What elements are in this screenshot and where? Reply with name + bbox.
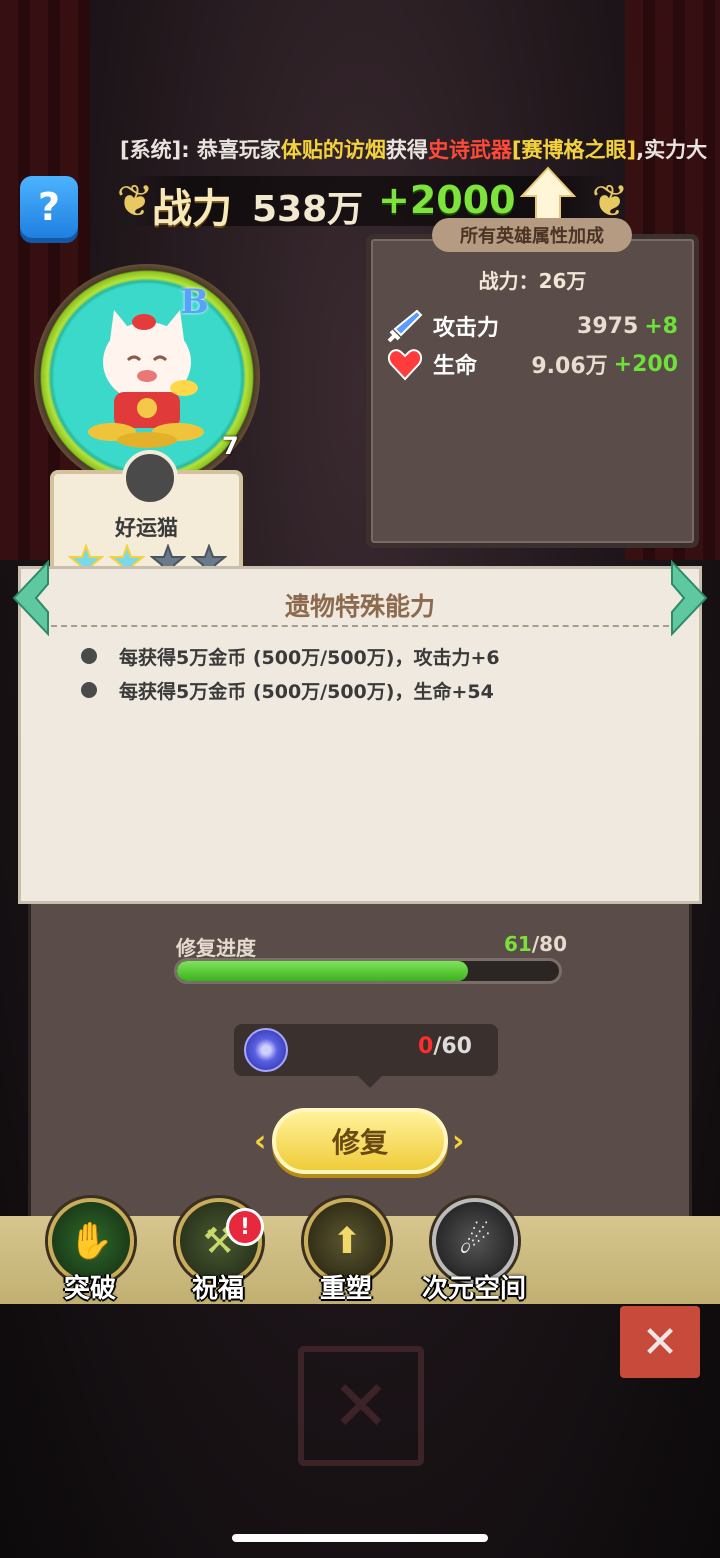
next-arrow-icon[interactable] bbox=[670, 560, 710, 636]
marquee-prefix: [系统]: 恭喜玩家 bbox=[120, 138, 281, 162]
marquee-item-name: [赛博格之眼] bbox=[511, 138, 637, 162]
marquee-suffix: ,实力大 bbox=[636, 138, 708, 162]
system-marquee: [系统]: 恭喜玩家体贴的访烟获得史诗武器[赛博格之眼],实力大 bbox=[120, 134, 707, 164]
heart-icon bbox=[387, 349, 423, 381]
repair-total: /80 bbox=[531, 932, 567, 956]
hero-level: 7 bbox=[222, 432, 239, 460]
empty-x-icon: ✕ bbox=[331, 1365, 391, 1447]
ability-item-text: 每获得5万金币 (500万/500万)，生命+54 bbox=[119, 680, 494, 703]
nav-label: 祝福 bbox=[191, 1274, 244, 1304]
game-screen: [系统]: 恭喜玩家体贴的访烟获得史诗武器[赛博格之眼],实力大 ? ❦ ❦ 战… bbox=[0, 0, 720, 1558]
nav-label: 重塑 bbox=[319, 1274, 372, 1304]
repair-button[interactable]: 修复 bbox=[272, 1108, 448, 1174]
material-orb-icon bbox=[244, 1028, 288, 1072]
name-card-cap bbox=[122, 450, 178, 506]
ability-title: 遗物特殊能力 bbox=[284, 592, 435, 621]
repair-progress-count: 61/80 bbox=[504, 932, 567, 956]
stat-name-life: 生命 bbox=[433, 354, 478, 379]
power-label: 战力 bbox=[152, 186, 232, 232]
stat-panel-tab: 所有英雄属性加成 bbox=[432, 218, 632, 252]
chevron-right-icon: › bbox=[452, 1124, 465, 1159]
stat-row-life: 生命 9.06万 +200 bbox=[387, 347, 678, 381]
empty-slot: ✕ bbox=[298, 1346, 424, 1466]
prev-arrow-icon[interactable] bbox=[10, 560, 50, 636]
material-count: 0/60 bbox=[418, 1034, 472, 1059]
stat-value-life: 9.06万 bbox=[531, 354, 608, 379]
nav-label: 突破 bbox=[63, 1274, 116, 1304]
bullet-icon bbox=[81, 682, 97, 698]
alert-badge-icon: ! bbox=[226, 1208, 264, 1246]
nav-dimension[interactable]: ☄ 次元空间 bbox=[422, 1198, 526, 1308]
ability-item: 每获得5万金币 (500万/500万)，攻击力+6 bbox=[81, 641, 500, 671]
hero-name: 好运猫 bbox=[115, 516, 178, 540]
ability-divider bbox=[41, 625, 679, 627]
home-indicator[interactable] bbox=[232, 1534, 488, 1542]
question-icon: ? bbox=[37, 185, 61, 229]
marquee-mid: 获得 bbox=[385, 138, 428, 162]
lucky-cat-icon bbox=[88, 310, 204, 448]
hero-grade-badge: B bbox=[180, 282, 209, 322]
stat-value-attack: 3975 bbox=[577, 313, 639, 339]
ability-item-text: 每获得5万金币 (500万/500万)，攻击力+6 bbox=[119, 646, 500, 669]
power-value: 538万 bbox=[252, 189, 364, 230]
power-gain: +2000 bbox=[378, 178, 516, 222]
nav-reshape[interactable]: ⬆ 重塑 bbox=[296, 1198, 396, 1308]
help-button[interactable]: ? bbox=[20, 176, 78, 238]
stat-name-attack: 攻击力 bbox=[433, 316, 500, 341]
stat-panel: 战力：26万 攻击力 3975 +8 生命 9.06万 +200 bbox=[366, 234, 699, 548]
marquee-player: 体贴的访烟 bbox=[280, 138, 386, 162]
material-current: 0 bbox=[418, 1034, 434, 1059]
material-box: 0/60 bbox=[234, 1024, 498, 1088]
ability-item: 每获得5万金币 (500万/500万)，生命+54 bbox=[81, 675, 494, 705]
nav-breakthrough[interactable]: ✋ 突破 bbox=[40, 1198, 140, 1308]
sword-icon bbox=[387, 309, 423, 343]
bullet-icon bbox=[81, 648, 97, 664]
stat-bonus-attack: +8 bbox=[644, 313, 678, 339]
chevron-left-icon: ‹ bbox=[254, 1124, 267, 1159]
repair-progress-label: 修复进度 bbox=[176, 936, 256, 960]
marquee-item-type: 史诗武器 bbox=[427, 138, 512, 162]
repair-progress-fill bbox=[177, 961, 469, 981]
nav-label: 次元空间 bbox=[421, 1274, 526, 1304]
stat-power: 战力：26万 bbox=[478, 269, 587, 293]
close-icon: ✕ bbox=[641, 1316, 679, 1368]
close-button[interactable]: ✕ bbox=[620, 1306, 700, 1378]
stat-bonus-life: +200 bbox=[613, 351, 678, 377]
stat-row-attack: 攻击力 3975 +8 bbox=[387, 309, 678, 343]
repair-progress-bar bbox=[174, 958, 562, 984]
material-total: /60 bbox=[433, 1034, 472, 1059]
repair-current: 61 bbox=[504, 932, 532, 956]
ability-panel: 遗物特殊能力 每获得5万金币 (500万/500万)，攻击力+6 每获得5万金币… bbox=[18, 566, 702, 904]
